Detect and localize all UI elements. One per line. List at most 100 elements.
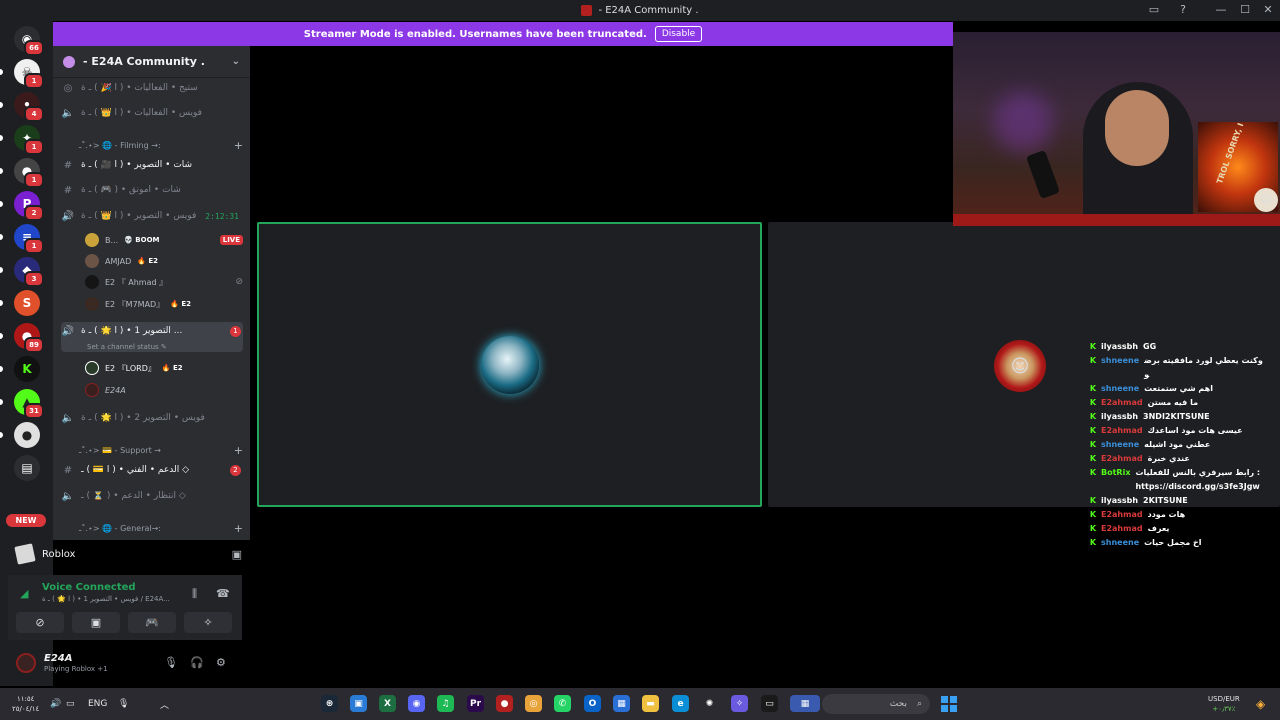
taskbar-search[interactable]: بحث ⌕ [822, 694, 930, 714]
server-folder-icon[interactable]: ▤ [14, 455, 40, 481]
currency-widget[interactable]: USD/EUR +٠٫٣٧٪ [1208, 688, 1240, 720]
chat-username[interactable]: ilyassbh [1101, 410, 1138, 424]
add-channel-icon[interactable]: + [234, 522, 243, 535]
voice-user-ahmad[interactable]: E2 『 Ahmad 』 ⊘ [85, 272, 243, 292]
channel-stage[interactable]: ◎ ستيج • الفعاليات • ( ا 🎉 ) ـ ة [61, 78, 243, 98]
chrome-icon[interactable]: ◎ [525, 695, 542, 712]
headphones-icon[interactable]: 🎧 [190, 656, 204, 669]
channel-voice-photo[interactable]: 🔊 فويس • التصوير • ( ا 👑 ) ـ ة 2:12:31 [61, 206, 243, 226]
server-s-icon[interactable]: S [14, 290, 40, 316]
server-purple-icon[interactable]: ● 1 [14, 158, 44, 188]
server-white-icon[interactable]: ● [14, 422, 40, 448]
inbox-icon[interactable]: ▭ [1146, 3, 1162, 17]
chat-username[interactable]: E2ahmad [1101, 452, 1143, 466]
avatar[interactable] [16, 653, 36, 673]
new-badge[interactable]: NEW [6, 514, 46, 527]
channel-status[interactable]: Set a channel status ✎ [87, 343, 167, 351]
server-p-icon[interactable]: P2 [14, 191, 44, 221]
language-indicator[interactable]: ENG [88, 688, 107, 720]
steam-icon[interactable]: ⊛ [321, 695, 338, 712]
chatgpt-icon[interactable]: ✺ [701, 695, 718, 712]
chat-username[interactable]: ilyassbh [1101, 494, 1138, 508]
server-skull-icon[interactable]: ☠ 1 [14, 59, 44, 89]
terminal-icon[interactable]: ▭ [761, 695, 778, 712]
guild-header[interactable]: - E24A Community . ⌄ [53, 46, 250, 78]
username[interactable]: E24A [44, 653, 108, 664]
voice-user-e24a[interactable]: E24A [85, 380, 243, 400]
mic-tray-icon[interactable]: 🎙 [118, 688, 129, 720]
voice-connected-label[interactable]: Voice Connected [42, 582, 136, 593]
add-channel-icon[interactable]: + [234, 444, 243, 457]
chat-username[interactable]: shneene [1101, 438, 1139, 452]
camera-off-button[interactable]: ⊘ [16, 612, 64, 633]
spotify-icon[interactable]: ♫ [437, 695, 454, 712]
network-icon[interactable]: ▭ [66, 688, 75, 720]
voice-user-boom[interactable]: B... 💀 BOOM LIVE [85, 230, 243, 250]
screen-share-icon[interactable]: ▣ [232, 548, 242, 561]
chat-username[interactable]: shneene [1101, 536, 1139, 550]
windows-start-icon[interactable] [941, 696, 957, 712]
chat-username[interactable]: E2ahmad [1101, 508, 1143, 522]
notification-icon[interactable]: ◈ [1256, 688, 1265, 720]
store-icon[interactable]: ▦ [613, 695, 630, 712]
channel-support-text[interactable]: # الدعم • الفني • ( ا 💳 ) ـ ◇ 2 [61, 460, 243, 480]
signal-icon[interactable]: ◢ [20, 587, 28, 600]
voice-user-amjad[interactable]: AMJAD 🔥 E2 [85, 251, 243, 271]
category-support[interactable]: ـ˚.⋆> 💳 - Support → + [79, 442, 243, 458]
notepad-icon[interactable]: ▣ [350, 695, 367, 712]
discord-home-icon[interactable]: ◉ 66 [14, 26, 44, 56]
activity-panel[interactable]: Roblox ▣ [8, 540, 242, 568]
channel-support-wait[interactable]: 🔈 انتظار • الدعم • ( ⏳ ) ـ ◇ [61, 486, 243, 506]
server-lime-icon[interactable]: ▲ 31 [14, 389, 44, 419]
help-icon[interactable]: ? [1175, 3, 1191, 17]
voice-user-lord[interactable]: E2 『LORD』 🔥 E2 [85, 358, 243, 378]
roblox-icon[interactable]: ● [496, 695, 513, 712]
noise-suppression-icon[interactable]: ⫼ [192, 587, 197, 601]
server-dark-icon[interactable]: • 4 [14, 92, 44, 122]
chat-username[interactable]: E2ahmad [1101, 396, 1143, 410]
close-button[interactable]: ✕ [1260, 3, 1276, 17]
channel-chat-live[interactable]: # شات • امونق • ( 🎮 ) ـ ة [61, 180, 243, 200]
share-screen-button[interactable]: ▣ [72, 612, 120, 633]
clock[interactable]: ١١:٥٤ ٢٥/٠٤/١٤ [12, 688, 39, 720]
server-blue-icon[interactable]: ◆ 3 [14, 257, 44, 287]
widgets-icon[interactable]: ▦ [790, 695, 820, 712]
chat-username[interactable]: E2ahmad [1101, 424, 1143, 438]
whatsapp-icon[interactable]: ✆ [554, 695, 571, 712]
chat-username[interactable]: E2ahmad [1101, 522, 1143, 536]
discord-icon[interactable]: ◉ [408, 695, 425, 712]
voice-tile-speaking[interactable] [257, 222, 762, 507]
speaker-icon[interactable]: 🔊 [50, 688, 61, 720]
channel-voice-photo2[interactable]: 🔈 فويس • التصوير 2 • ( ا 🌟 ) ـ ة [61, 408, 243, 428]
chat-username[interactable]: ilyassbh [1101, 340, 1138, 354]
chevron-down-icon[interactable]: ⌄ [232, 56, 240, 67]
channel-voice-events[interactable]: 🔈 فويس • الفعاليات • ( ا 👑 ) ـ ة [61, 103, 243, 123]
server-red-icon[interactable]: ● 89 [14, 323, 44, 353]
explorer-icon[interactable]: ▬ [642, 695, 659, 712]
premiere-icon[interactable]: Pr [467, 695, 484, 712]
minimize-button[interactable]: — [1213, 3, 1229, 17]
server-kick-icon[interactable]: K [14, 356, 40, 382]
disable-streamer-mode-button[interactable]: Disable [654, 26, 703, 42]
server-stack-icon[interactable]: ≡ 1 [14, 224, 44, 254]
chat-username[interactable]: shneene [1101, 354, 1139, 382]
soundboard-button[interactable]: ✧ [184, 612, 232, 633]
maximize-button[interactable]: ☐ [1237, 3, 1253, 17]
server-green-icon[interactable]: ✦ 1 [14, 125, 44, 155]
disconnect-icon[interactable]: ☎ [216, 587, 230, 600]
category-filming[interactable]: ـ˚.⋆> 🌐 - Filming →: + [79, 137, 243, 153]
voice-channel-path[interactable]: فويس • التصوير 1 • ( ا 🌟 ) ـ ة / E24A... [42, 595, 182, 603]
chat-username[interactable]: BotRix [1101, 466, 1130, 494]
chat-username[interactable]: shneene [1101, 382, 1139, 396]
outlook-icon[interactable]: O [584, 695, 601, 712]
edge-icon[interactable]: e [672, 695, 689, 712]
voice-user-m7mad[interactable]: E2 『M7MAD』 🔥 E2 [85, 294, 243, 314]
category-general[interactable]: ـ˚.⋆> 🌐 - General→: + [79, 520, 243, 536]
microphone-icon[interactable]: 🎙 [164, 656, 178, 669]
add-channel-icon[interactable]: + [234, 139, 243, 152]
chevron-up-icon[interactable]: ︿ [160, 688, 169, 720]
excel-icon[interactable]: X [379, 695, 396, 712]
copilot-icon[interactable]: ✧ [731, 695, 748, 712]
activities-button[interactable]: 🎮 [128, 612, 176, 633]
channel-chat-photo[interactable]: # شات • التصوير • ( ا 🎥 ) ـ ة [61, 155, 243, 175]
